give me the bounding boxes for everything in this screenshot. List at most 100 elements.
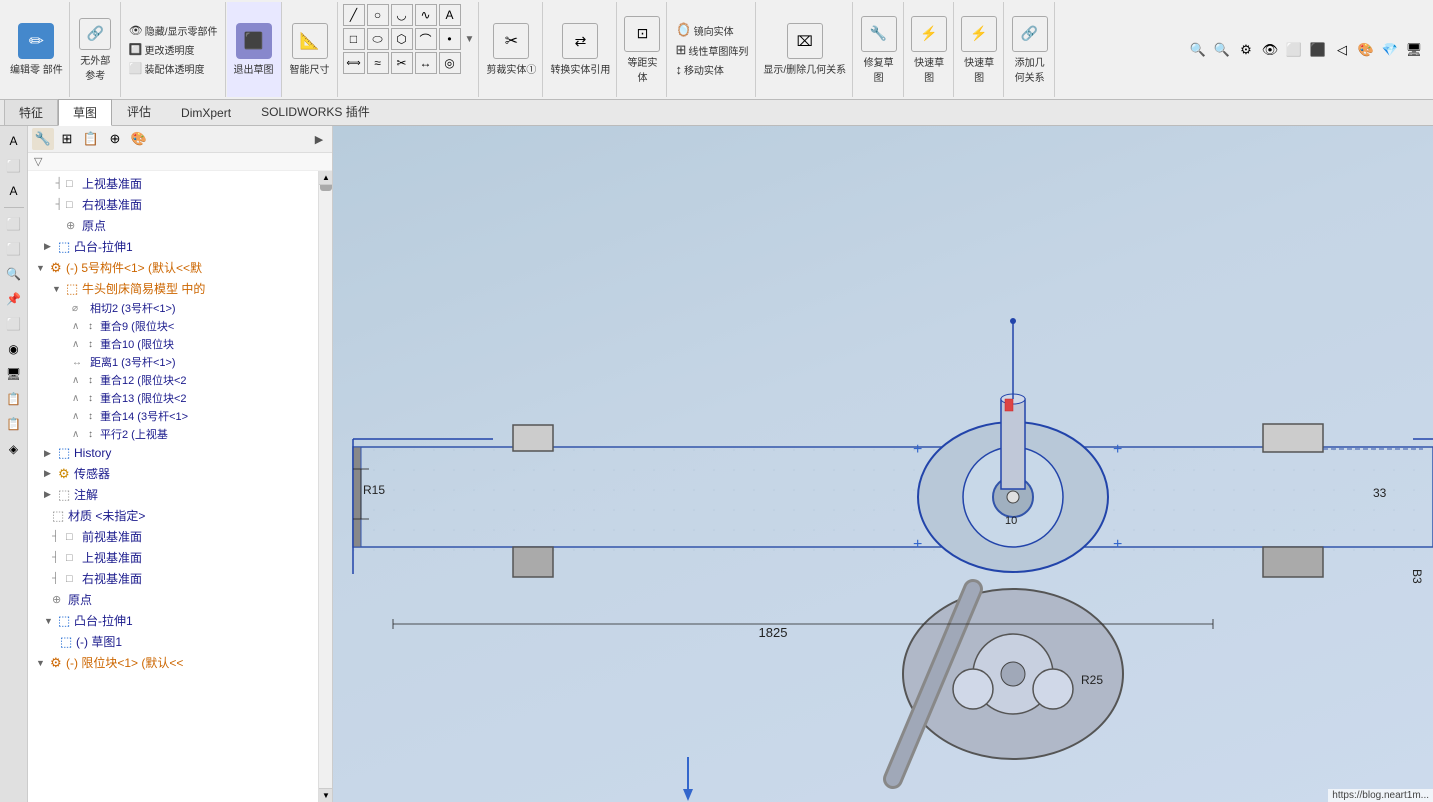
change-transparency-btn[interactable]: 🔲 更改透明度 xyxy=(126,41,221,58)
circle-btn[interactable]: ○ xyxy=(367,4,389,26)
left-icon-4[interactable]: ⬜ xyxy=(3,213,25,235)
tree-item-parallel2[interactable]: ∧ ↕ 平行2 (上视基 xyxy=(28,425,332,443)
line-arrow[interactable]: ▼ xyxy=(465,34,475,45)
view-icon-btn[interactable]: 👁 xyxy=(1259,39,1281,61)
mirror-btn[interactable]: ⟺ xyxy=(343,52,365,74)
tree-item-shaper-model[interactable]: ▼ ⬚ 牛头刨床简易模型 中的 xyxy=(28,278,332,299)
tree-item-coincident13[interactable]: ∧ ↕ 重合13 (限位块<2 xyxy=(28,389,332,407)
search-icon-btn[interactable]: 🔍 xyxy=(1187,39,1209,61)
left-icon-8[interactable]: ⬜ xyxy=(3,313,25,335)
scroll-down[interactable]: ▼ xyxy=(319,788,332,802)
edit-part-btn[interactable]: ✏ 编辑零 部件 xyxy=(4,2,70,97)
scroll-up[interactable]: ▲ xyxy=(319,171,332,185)
tree-item-origin[interactable]: ⊕ 原点 xyxy=(28,215,332,236)
tree-icon-btn5[interactable]: 🎨 xyxy=(128,128,150,150)
tree-item-coincident10[interactable]: ∧ ↕ 重合10 (限位块 xyxy=(28,335,332,353)
rect-btn[interactable]: □ xyxy=(343,28,365,50)
left-icon-bar: A ⬜ A ⬜ ⬜ 🔍 📌 ⬜ ◉ 🖥 📋 📋 ◈ xyxy=(0,126,28,802)
svg-text:10: 10 xyxy=(1005,515,1017,527)
tree-item-boss-extrude[interactable]: ▶ ⬚ 凸台-拉伸1 xyxy=(28,236,332,257)
tree-item-history[interactable]: ▶ ⬚ History xyxy=(28,443,332,463)
tree-item-origin2[interactable]: ⊕ 原点 xyxy=(28,589,332,610)
color-icon-btn[interactable]: 🎨 xyxy=(1355,39,1377,61)
tree-item-tangent2[interactable]: ⌀ 相切2 (3号杆<1>) xyxy=(28,299,332,317)
tree-item-coincident9[interactable]: ∧ ↕ 重合9 (限位块< xyxy=(28,317,332,335)
fast-sketch-btn[interactable]: ⚡ 快速草图 xyxy=(905,2,954,97)
tree-scroll[interactable]: ▲ ▼ ┤ □ 上视基准面 ┤ □ 右视基准面 ⊕ 原点 ▶ ⬚ xyxy=(28,171,332,802)
tree-item-top-plane2[interactable]: ┤ □ 上视基准面 xyxy=(28,547,332,568)
left-icon-1[interactable]: A xyxy=(3,130,25,152)
polygon-btn[interactable]: ⬡ xyxy=(391,28,413,50)
equal-dist-btn[interactable]: ⊡ 等距实体 xyxy=(618,2,667,97)
box-icon-btn[interactable]: ⬛ xyxy=(1307,39,1329,61)
left-icon-7[interactable]: 📌 xyxy=(3,288,25,310)
tree-item-sensor[interactable]: ▶ ⚙ 传感器 xyxy=(28,463,332,484)
tree-expand-btn[interactable]: ▶ xyxy=(310,130,328,148)
extend-btn[interactable]: ↔ xyxy=(415,52,437,74)
offset-btn[interactable]: ≈ xyxy=(367,52,389,74)
text-btn[interactable]: A xyxy=(439,4,461,26)
left-icon-10[interactable]: 🖥 xyxy=(3,363,25,385)
assembly-transparency-btn[interactable]: ⬜ 装配体透明度 xyxy=(126,60,221,77)
exit-drawing-btn[interactable]: ⬛ 退出草图 xyxy=(227,2,282,97)
add-relation-btn[interactable]: 🔗 添加几何关系 xyxy=(1005,2,1055,97)
tree-item-top-plane[interactable]: ┤ □ 上视基准面 xyxy=(28,173,332,194)
left-icon-12[interactable]: 📋 xyxy=(3,413,25,435)
tree-item-coincident12[interactable]: ∧ ↕ 重合12 (限位块<2 xyxy=(28,371,332,389)
hide-show-btn[interactable]: 👁 隐藏/显示零部件 xyxy=(126,22,221,39)
ellipse-btn[interactable]: ⬭ xyxy=(367,28,389,50)
left-icon-6[interactable]: 🔍 xyxy=(3,263,25,285)
cube-icon-btn[interactable]: ⬜ xyxy=(1283,39,1305,61)
spline-btn[interactable]: ∿ xyxy=(415,4,437,26)
tree-item-more[interactable]: ▼ ⚙ (-) 限位块<1> (默认<< xyxy=(28,652,332,673)
tab-solidworks-plugin[interactable]: SOLIDWORKS 插件 xyxy=(246,98,385,125)
arc-btn[interactable]: ◡ xyxy=(391,4,413,26)
convert-solid-btn[interactable]: ⇄ 转换实体引用 xyxy=(544,2,617,97)
tree-icon-btn4[interactable]: ⊕ xyxy=(104,128,126,150)
tree-item-coincident14[interactable]: ∧ ↕ 重合14 (3号杆<1> xyxy=(28,407,332,425)
tab-features[interactable]: 特征 xyxy=(4,99,58,125)
arrow-icon-btn[interactable]: ◁ xyxy=(1331,39,1353,61)
tree-icon-btn2[interactable]: ⊞ xyxy=(56,128,78,150)
fast-sketch2-btn[interactable]: ⚡ 快速草图 xyxy=(955,2,1004,97)
left-icon-2[interactable]: ⬜ xyxy=(3,155,25,177)
repair-sketch-btn[interactable]: 🔧 修复草图 xyxy=(854,2,904,97)
construct-btn[interactable]: ◎ xyxy=(439,52,461,74)
left-icon-11[interactable]: 📋 xyxy=(3,388,25,410)
tree-item-boss-extrude1b[interactable]: ▼ ⬚ 凸台-拉伸1 xyxy=(28,610,332,631)
tab-evaluate[interactable]: 评估 xyxy=(112,98,166,125)
search2-icon-btn[interactable]: 🔍 xyxy=(1211,39,1233,61)
move-solid-btn[interactable]: ↕移动实体 xyxy=(672,61,751,78)
left-icon-5[interactable]: ⬜ xyxy=(3,238,25,260)
tree-item-notes[interactable]: ▶ ⬚ 注解 xyxy=(28,484,332,505)
point-btn[interactable]: • xyxy=(439,28,461,50)
tree-item-material[interactable]: ⬚ 材质 <未指定> xyxy=(28,505,332,526)
trim-btn2[interactable]: ✂ xyxy=(391,52,413,74)
no-external-btn[interactable]: 🔗 无外部参考 xyxy=(71,2,121,97)
canvas-area[interactable]: + + + + R xyxy=(333,126,1433,802)
left-icon-13[interactable]: ◈ xyxy=(3,438,25,460)
left-icon-9[interactable]: ◉ xyxy=(3,338,25,360)
trim-solid-btn[interactable]: ✂ 剪裁实体① xyxy=(480,2,543,97)
settings-icon-btn[interactable]: ⚙ xyxy=(1235,39,1257,61)
tree-item-component5[interactable]: ▼ ⚙ (-) 5号构件<1> (默认<<默 xyxy=(28,257,332,278)
monitor-icon-btn[interactable]: 🖥 xyxy=(1403,39,1425,61)
mirror-solid-btn[interactable]: 🪞镜向实体 xyxy=(672,21,751,39)
render-icon-btn[interactable]: 💎 xyxy=(1379,39,1401,61)
tree-item-front-plane[interactable]: ┤ □ 前视基准面 xyxy=(28,526,332,547)
tree-item-right-plane[interactable]: ┤ □ 右视基准面 xyxy=(28,194,332,215)
smart-dim-btn[interactable]: 📐 智能尺寸 xyxy=(283,2,338,97)
tree-icon-btn3[interactable]: 📋 xyxy=(80,128,102,150)
left-icon-3[interactable]: A xyxy=(3,180,25,202)
linear-pattern-btn[interactable]: ⊞线性草图阵列 xyxy=(672,41,751,59)
tab-dimxpert[interactable]: DimXpert xyxy=(166,101,246,125)
tree-icon-btn1[interactable]: 🔧 xyxy=(32,128,54,150)
show-delete-btn[interactable]: ⌧ 显示/删除几何关系 xyxy=(757,2,853,97)
tree-item-sketch1[interactable]: ⬚ (-) 草图1 xyxy=(28,631,332,652)
fillet-btn[interactable]: ⌒ xyxy=(415,28,437,50)
tab-sketch[interactable]: 草图 xyxy=(58,99,112,126)
main-toolbar: ✏ 编辑零 部件 🔗 无外部参考 👁 隐藏/显示零部件 🔲 更改透明度 ⬜ 装配… xyxy=(0,0,1433,100)
tree-item-right-plane2[interactable]: ┤ □ 右视基准面 xyxy=(28,568,332,589)
line-btn[interactable]: ╱ xyxy=(343,4,365,26)
tree-item-distance1[interactable]: ↔ 距离1 (3号杆<1>) xyxy=(28,353,332,371)
